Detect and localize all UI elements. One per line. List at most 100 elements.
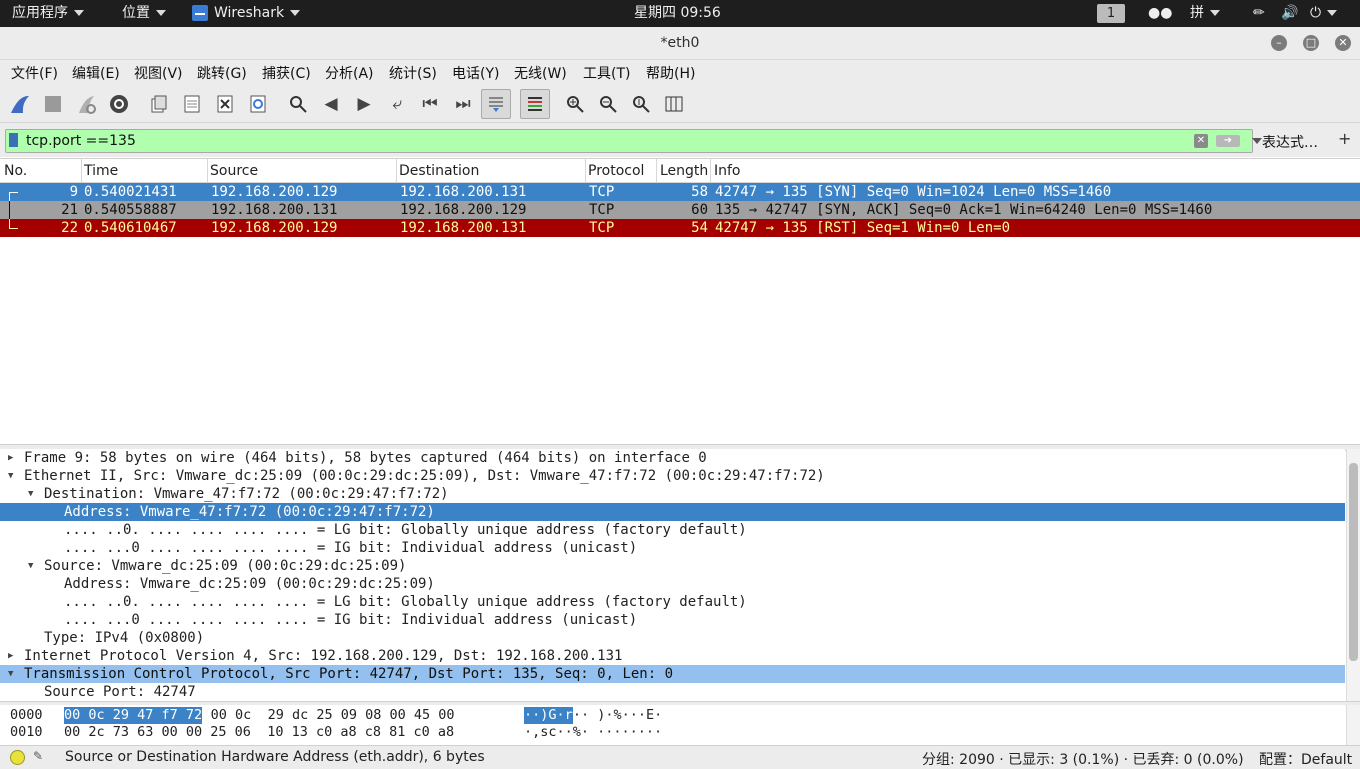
detail-row[interactable]: Address: Vmware_47:f7:72 (00:0c:29:47:f7… bbox=[0, 503, 1345, 521]
bytes-scrollbar[interactable] bbox=[1346, 705, 1360, 745]
zoom-in-icon[interactable] bbox=[560, 89, 590, 119]
col-time[interactable]: Time bbox=[84, 163, 118, 179]
people-icon[interactable]: ●● bbox=[1148, 0, 1172, 27]
detail-row[interactable]: ▶ Frame 9: 58 bytes on wire (464 bits), 5… bbox=[0, 449, 1345, 467]
volume-icon[interactable]: 🔊 bbox=[1281, 0, 1298, 27]
expand-right-icon[interactable]: ▶ bbox=[8, 449, 13, 467]
packet-src: 192.168.200.131 bbox=[211, 202, 338, 218]
go-back-icon[interactable]: ◀ bbox=[316, 89, 346, 119]
reload-file-icon[interactable] bbox=[243, 89, 273, 119]
colorize-icon[interactable] bbox=[520, 89, 550, 119]
packet-proto: TCP bbox=[589, 184, 615, 200]
network-icon[interactable]: ✏ bbox=[1253, 0, 1265, 27]
col-source[interactable]: Source bbox=[210, 163, 258, 179]
detail-row[interactable]: ▶ Internet Protocol Version 4, Src: 192.1… bbox=[0, 647, 1345, 665]
packet-row[interactable]: 22 0.540610467 192.168.200.129 192.168.200.… bbox=[0, 219, 1360, 237]
save-file-icon[interactable] bbox=[177, 89, 207, 119]
expand-down-icon[interactable]: ▼ bbox=[8, 665, 13, 683]
close-file-icon[interactable] bbox=[210, 89, 240, 119]
display-filter-bar: ✕ ➜ 表达式… + bbox=[0, 123, 1360, 157]
status-packet-counts: 分组: 2090 · 已显示: 3 (0.1%) · 已丢弃: 0 (0.0%) bbox=[922, 752, 1244, 768]
resize-columns-icon[interactable] bbox=[659, 89, 689, 119]
menu-telephony[interactable]: 电话(Y) bbox=[452, 63, 499, 83]
col-no[interactable]: No. bbox=[4, 163, 27, 179]
bookmark-icon[interactable] bbox=[9, 133, 18, 147]
normal-size-icon[interactable] bbox=[626, 89, 656, 119]
details-scrollbar-thumb[interactable] bbox=[1349, 463, 1358, 661]
expand-down-icon[interactable]: ▼ bbox=[28, 485, 33, 503]
detail-row[interactable]: ▼ Ethernet II, Src: Vmware_dc:25:09 (00:0… bbox=[0, 467, 1345, 485]
capture-options-icon[interactable] bbox=[104, 89, 134, 119]
expand-right-icon[interactable]: ▶ bbox=[8, 647, 13, 665]
bytes-row[interactable]: 0000 00 0c 29 47 f7 72 00 0c 29 dc 25 09 … bbox=[0, 707, 1345, 724]
packet-time: 0.540558887 bbox=[84, 202, 177, 218]
menu-edit[interactable]: 编辑(E) bbox=[72, 63, 120, 83]
clear-filter-icon[interactable]: ✕ bbox=[1194, 134, 1208, 148]
go-to-packet-icon[interactable]: ⤶ bbox=[382, 89, 412, 119]
maximize-button[interactable]: □ bbox=[1303, 35, 1319, 51]
add-filter-button[interactable]: + bbox=[1338, 129, 1351, 148]
menu-capture[interactable]: 捕获(C) bbox=[262, 63, 311, 83]
packet-row[interactable]: 21 0.540558887 192.168.200.131 192.168.200.… bbox=[0, 201, 1360, 219]
detail-text: Frame 9: 58 bytes on wire (464 bits), 58… bbox=[24, 450, 707, 466]
menu-tools[interactable]: 工具(T) bbox=[583, 63, 630, 83]
col-length[interactable]: Length bbox=[660, 163, 708, 179]
detail-row[interactable]: Source Port: 42747 bbox=[0, 683, 1345, 701]
menu-analyze[interactable]: 分析(A) bbox=[325, 63, 374, 83]
packet-src: 192.168.200.129 bbox=[211, 184, 338, 200]
restart-capture-icon[interactable] bbox=[71, 89, 101, 119]
find-packet-icon[interactable] bbox=[283, 89, 313, 119]
applications-menu[interactable]: 应用程序 bbox=[12, 0, 84, 27]
bytes-row[interactable]: 0010 00 2c 73 63 00 00 25 06 10 13 c0 a8 … bbox=[0, 724, 1345, 741]
col-destination[interactable]: Destination bbox=[399, 163, 479, 179]
detail-row[interactable]: .... ..0. .... .... .... .... = LG bit: … bbox=[0, 521, 1345, 539]
detail-row[interactable]: Address: Vmware_dc:25:09 (00:0c:29:dc:25… bbox=[0, 575, 1345, 593]
open-file-icon[interactable] bbox=[144, 89, 174, 119]
display-filter-field[interactable]: ✕ ➜ bbox=[5, 129, 1262, 153]
detail-row[interactable]: .... ..0. .... .... .... .... = LG bit: … bbox=[0, 593, 1345, 611]
detail-row[interactable]: .... ...0 .... .... .... .... = IG bit: … bbox=[0, 539, 1345, 557]
close-button[interactable]: ✕ bbox=[1335, 35, 1351, 51]
detail-row[interactable]: ▼ Destination: Vmware_47:f7:72 (00:0c:29:… bbox=[0, 485, 1345, 503]
stop-capture-icon[interactable] bbox=[38, 89, 68, 119]
menu-go[interactable]: 跳转(G) bbox=[197, 63, 247, 83]
menu-file[interactable]: 文件(F) bbox=[11, 63, 58, 83]
places-menu[interactable]: 位置 bbox=[122, 0, 166, 27]
expand-down-icon[interactable]: ▼ bbox=[28, 557, 33, 575]
start-capture-icon[interactable] bbox=[5, 89, 35, 119]
menu-bar: 文件(F) 编辑(E) 视图(V) 跳转(G) 捕获(C) 分析(A) 统计(S… bbox=[0, 60, 1360, 86]
power-menu[interactable]: ⏻ bbox=[1310, 0, 1338, 27]
last-packet-icon[interactable]: ⏭ bbox=[448, 89, 478, 119]
autoscroll-icon[interactable] bbox=[481, 89, 511, 119]
window-title-bar[interactable]: *eth0 – □ ✕ bbox=[0, 27, 1360, 60]
menu-view[interactable]: 视图(V) bbox=[134, 63, 183, 83]
input-method-menu[interactable]: 拼 bbox=[1190, 0, 1220, 27]
workspace-indicator[interactable]: 1 bbox=[1097, 4, 1125, 23]
first-packet-icon[interactable]: ⏮ bbox=[415, 89, 445, 119]
apply-filter-icon[interactable]: ➜ bbox=[1216, 135, 1240, 147]
minimize-button[interactable]: – bbox=[1271, 35, 1287, 51]
filter-history-chevron-icon[interactable] bbox=[1252, 138, 1262, 144]
detail-row[interactable]: ▼ Transmission Control Protocol, Src Port… bbox=[0, 665, 1345, 683]
menu-help[interactable]: 帮助(H) bbox=[646, 63, 695, 83]
packet-row[interactable]: 9 0.540021431 192.168.200.129 192.168.200.1… bbox=[0, 183, 1360, 202]
expert-info-icon[interactable] bbox=[10, 750, 25, 765]
go-forward-icon[interactable]: ▶ bbox=[349, 89, 379, 119]
expression-button[interactable]: 表达式… bbox=[1262, 132, 1318, 152]
clock[interactable]: 星期四 09:56 bbox=[634, 0, 721, 27]
zoom-out-icon[interactable] bbox=[593, 89, 623, 119]
detail-row[interactable]: .... ...0 .... .... .... .... = IG bit: … bbox=[0, 611, 1345, 629]
app-menu[interactable]: Wireshark bbox=[192, 0, 301, 27]
menu-wireless[interactable]: 无线(W) bbox=[514, 63, 567, 83]
status-profile[interactable]: 配置：Default bbox=[1259, 749, 1352, 769]
detail-row[interactable]: ▼ Source: Vmware_dc:25:09 (00:0c:29:dc:25… bbox=[0, 557, 1345, 575]
col-info[interactable]: Info bbox=[714, 163, 741, 179]
display-filter-input[interactable] bbox=[26, 132, 1186, 150]
col-protocol[interactable]: Protocol bbox=[588, 163, 644, 179]
details-scrollbar[interactable] bbox=[1346, 449, 1360, 701]
menu-statistics[interactable]: 统计(S) bbox=[389, 63, 437, 83]
packet-dst: 192.168.200.131 bbox=[400, 220, 527, 236]
detail-row[interactable]: Type: IPv4 (0x0800) bbox=[0, 629, 1345, 647]
expand-down-icon[interactable]: ▼ bbox=[8, 467, 13, 485]
capture-comment-icon[interactable]: ✎ bbox=[33, 749, 47, 763]
